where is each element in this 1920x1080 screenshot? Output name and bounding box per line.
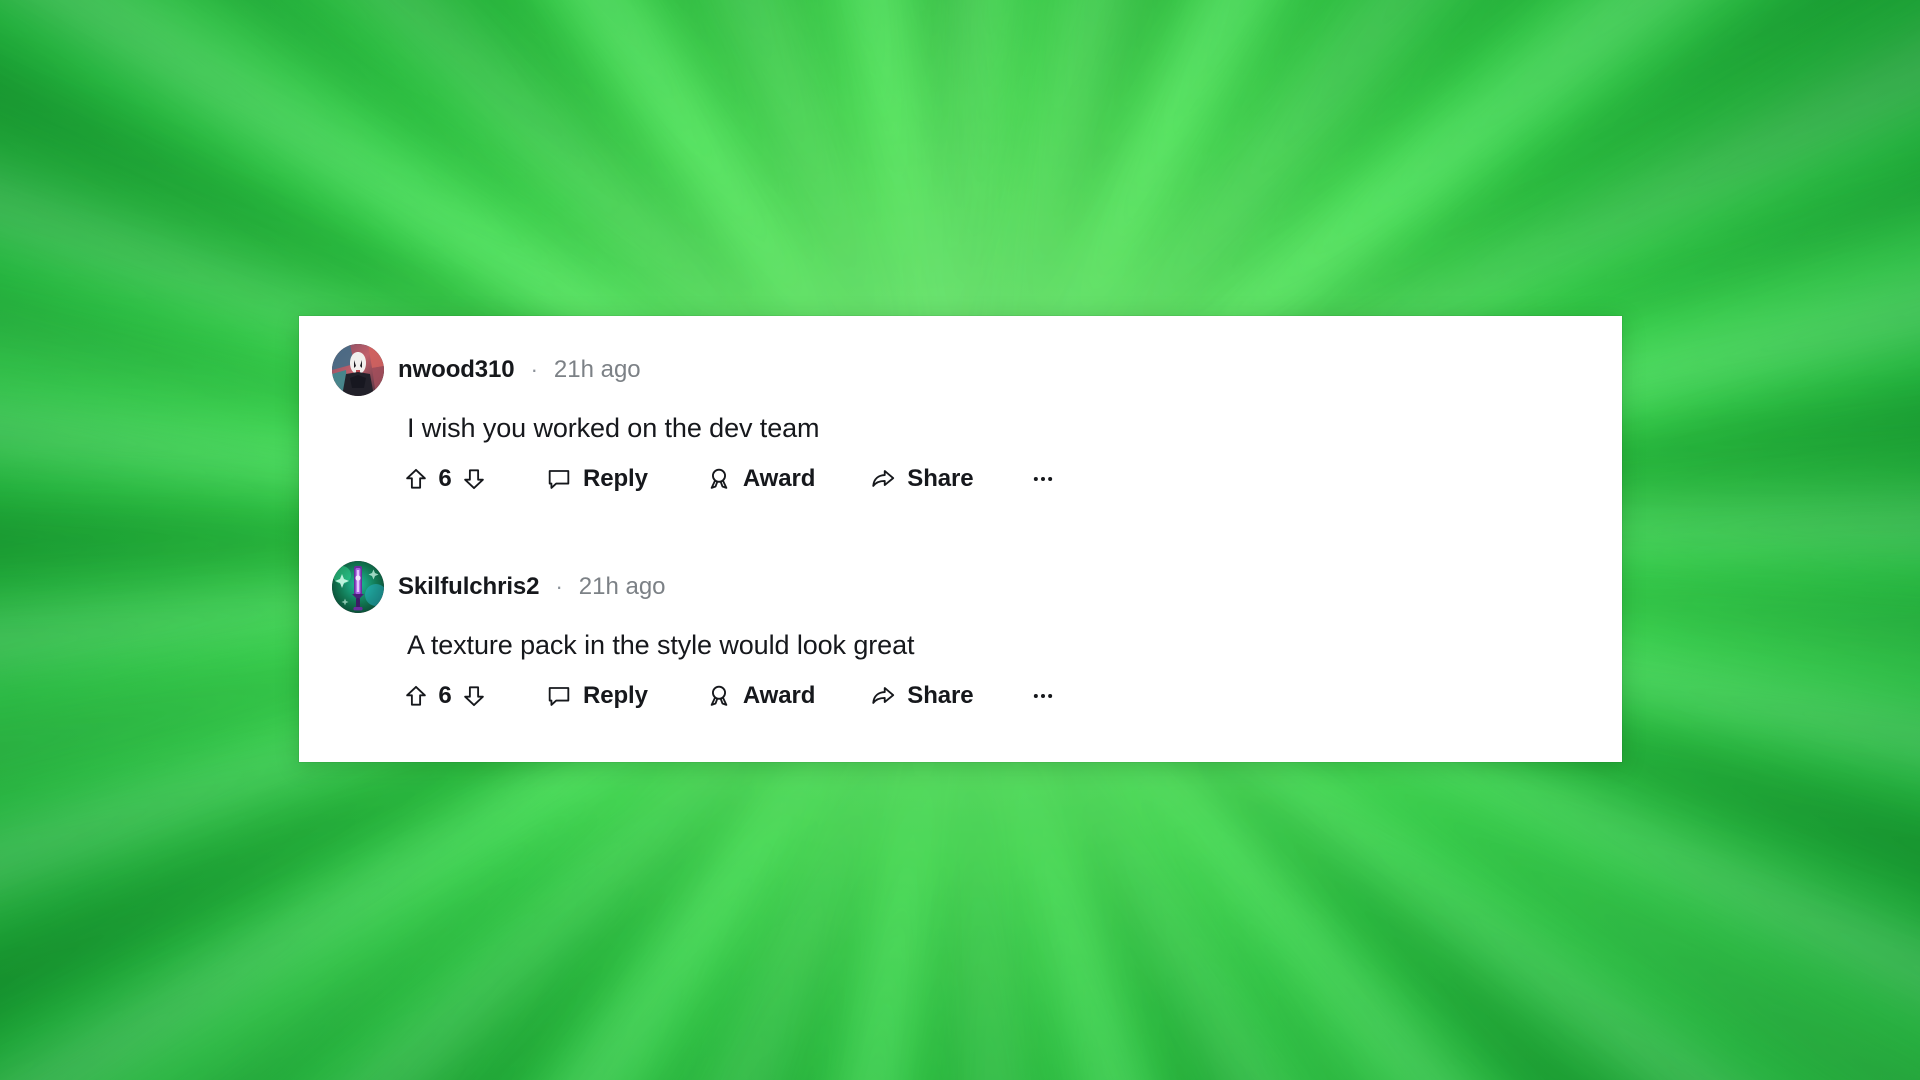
upvote-arrow-icon[interactable] (403, 466, 429, 492)
reply-button[interactable]: Reply (546, 683, 648, 709)
vote-group: 6 (403, 683, 487, 709)
more-options-button[interactable] (1030, 683, 1056, 709)
downvote-arrow-icon[interactable] (461, 466, 487, 492)
downvote-arrow-icon[interactable] (461, 683, 487, 709)
comment-body-text: I wish you worked on the dev team (407, 413, 820, 443)
comment-timestamp: 21h ago (578, 573, 666, 600)
comment-action-bar: 6 Reply Award Share (403, 466, 1056, 492)
award-button[interactable]: Award (706, 466, 815, 492)
comment-header: Skilfulchris2 · 21h ago (332, 561, 666, 613)
comment-timestamp: 21h ago (553, 356, 641, 383)
reply-button[interactable]: Reply (546, 466, 648, 492)
speech-bubble-icon (546, 466, 572, 492)
vote-count: 6 (438, 682, 452, 709)
comment-body-text: A texture pack in the style would look g… (407, 630, 915, 660)
share-label: Share (907, 682, 974, 709)
more-dots-icon (1030, 466, 1056, 492)
vote-count: 6 (438, 465, 452, 492)
vote-group: 6 (403, 466, 487, 492)
comment-author[interactable]: Skilfulchris2 (398, 575, 540, 599)
award-label: Award (742, 465, 816, 492)
comment-author[interactable]: nwood310 (398, 358, 515, 382)
share-button[interactable]: Share (870, 465, 974, 492)
share-button[interactable]: Share (870, 682, 974, 709)
reply-label: Reply (583, 465, 648, 492)
award-button[interactable]: Award (706, 683, 815, 709)
separator-dot: · (530, 357, 538, 382)
more-dots-icon (1030, 683, 1056, 709)
speech-bubble-icon (546, 683, 572, 709)
share-label: Share (907, 465, 974, 492)
award-rosette-icon (706, 466, 732, 492)
share-arrow-icon (870, 466, 896, 492)
avatar-nwood310[interactable] (332, 344, 384, 396)
reply-label: Reply (583, 682, 648, 709)
separator-dot: · (555, 574, 563, 599)
comment-action-bar: 6 Reply Award Share (403, 683, 1056, 709)
award-rosette-icon (706, 683, 732, 709)
share-arrow-icon (870, 683, 896, 709)
comment-header: nwood310 · 21h ago (332, 344, 641, 396)
award-label: Award (742, 682, 816, 709)
upvote-arrow-icon[interactable] (403, 683, 429, 709)
more-options-button[interactable] (1030, 466, 1056, 492)
comment-card: nwood310 · 21h ago I wish you worked on … (299, 316, 1622, 762)
avatar-skilfulchris2[interactable] (332, 561, 384, 613)
